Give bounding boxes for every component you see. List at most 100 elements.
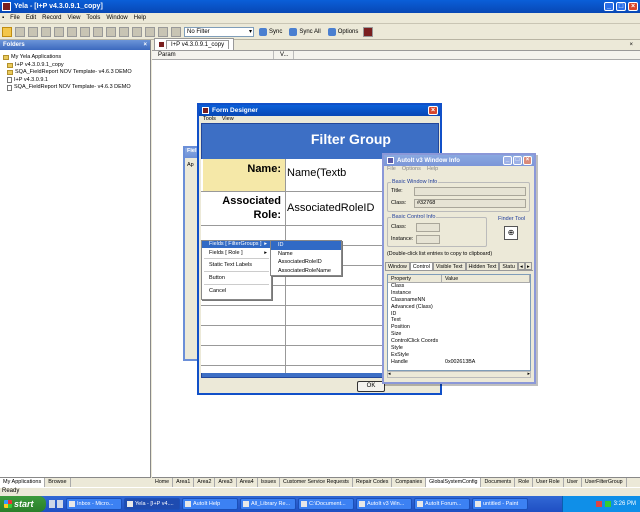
tab-home[interactable]: Home [152,478,174,487]
menu-item-button[interactable]: Button [202,272,271,284]
control-class-field[interactable] [416,223,440,232]
instance-field[interactable] [416,235,440,244]
submenu-item-name[interactable]: Name [271,250,341,259]
tab-scroll-left-icon[interactable]: ◂ [517,262,525,270]
autoit-menu-file[interactable]: File [387,166,396,174]
filter-icon[interactable] [132,26,142,37]
tree-item[interactable]: SQA_FieldReport NOV Template- v4.6.3 DEM… [3,84,147,92]
folders-close-button[interactable]: × [143,40,147,50]
scroll-right-icon[interactable]: ▸ [527,372,530,377]
menu-edit[interactable]: Edit [26,15,36,21]
property-row[interactable]: Class [388,283,530,290]
property-row[interactable]: ClassnameNN [388,297,530,304]
document-tab[interactable]: I+P v4.3.0.9.1_copy [154,38,235,50]
maximize-button[interactable]: □ [616,2,626,11]
tree-item[interactable]: I+P v4.3.0.9.1_copy [3,62,147,70]
undo-icon[interactable] [54,26,64,37]
property-row[interactable]: Advanced (Class) [388,304,530,311]
filter-select[interactable]: No Filter [184,26,254,37]
autoit-maximize-button[interactable]: □ [513,156,522,165]
print-icon[interactable] [171,26,181,37]
property-row[interactable]: Handle 0x002613BA [388,359,530,366]
finder-tool-crosshair-icon[interactable]: ⊕ [504,226,518,240]
tab-hidden-text[interactable]: Hidden Text [465,262,500,270]
first-record-icon[interactable] [80,26,90,37]
tab-user[interactable]: User [564,478,582,487]
tab-my-applications[interactable]: My Applications [0,478,46,487]
taskbar-item[interactable]: AutoIt Help [182,498,238,510]
title-field[interactable] [414,187,526,196]
submenu-item-associatedroleid[interactable]: AssociatedRoleID [271,258,341,267]
autoit-menu-help[interactable]: Help [427,166,438,174]
tab-area1[interactable]: Area1 [173,478,195,487]
property-row[interactable]: Position [388,324,530,331]
scroll-left-icon[interactable]: ◂ [388,372,391,377]
column-property[interactable]: Property [388,275,442,282]
fd-menu-tools[interactable]: Tools [203,116,216,123]
save-icon[interactable] [28,26,38,37]
property-row[interactable]: Instance [388,290,530,297]
submenu-item-id[interactable]: ID [271,241,341,250]
autoit-close-button[interactable]: × [523,156,532,165]
column-value[interactable]: V... [274,51,294,59]
ok-button[interactable]: OK [357,381,385,392]
class-field[interactable]: #32768 [414,199,526,208]
tray-icon[interactable] [595,501,602,507]
open-icon[interactable] [15,26,25,37]
menu-item-fields-role[interactable]: Fields [ Role ] [202,248,271,258]
autoit-minimize-button[interactable]: _ [503,156,512,165]
close-button[interactable]: × [628,2,638,11]
menu-item-cancel[interactable]: Cancel [202,285,271,297]
property-row[interactable]: ExStyle [388,352,530,359]
tab-status[interactable]: Statu [499,262,518,270]
tab-globalsystemconfig[interactable]: GlobalSystemConfig [426,478,482,487]
delete-icon[interactable] [41,26,51,37]
tab-area2[interactable]: Area2 [194,478,216,487]
property-row[interactable]: Text [388,317,530,324]
tab-customer-service-requests[interactable]: Customer Service Requests [280,478,353,487]
prev-record-icon[interactable] [93,26,103,37]
tab-documents[interactable]: Documents [481,478,516,487]
menu-window[interactable]: Window [106,15,127,21]
refresh-icon[interactable] [158,26,168,37]
taskbar-item[interactable]: AutoIt Forum... [414,498,470,510]
property-row[interactable]: Size [388,331,530,338]
tab-role[interactable]: Role [515,478,534,487]
tab-control[interactable]: Control [409,262,433,270]
taskbar-item[interactable]: Yela - [I+P v4.... [124,498,180,510]
options-button[interactable]: Options [326,27,361,36]
tree-item[interactable]: My Yela Applications [3,54,147,62]
form-designer-close-button[interactable]: × [428,106,438,115]
taskbar-item[interactable]: AutoIt v3 Win... [356,498,412,510]
taskbar-item[interactable]: Inbox - Micro... [66,498,122,510]
taskbar-item[interactable]: C:\Document... [298,498,354,510]
minimize-button[interactable]: _ [604,2,614,11]
property-row[interactable]: ID [388,311,530,318]
tab-userfiltergroup[interactable]: UserFilterGroup [582,478,627,487]
tree-item[interactable]: I+P v4.3.0.9.1 [3,77,147,85]
menu-item-fields-filtergroups[interactable]: Fields [ FilterGroups ] [202,241,271,248]
menu-tools[interactable]: Tools [86,15,100,21]
sort-icon[interactable] [145,26,155,37]
tab-repair-codes[interactable]: Repair Codes [353,478,393,487]
column-value[interactable]: Value [442,275,530,282]
tab-issues[interactable]: Issues [258,478,281,487]
new-record-icon[interactable] [2,26,12,37]
last-record-icon[interactable] [119,26,129,37]
sync-button[interactable]: Sync [257,27,284,36]
yela-icon[interactable] [363,26,374,37]
tab-user-role[interactable]: User Role [533,478,564,487]
property-row[interactable]: Style [388,345,530,352]
grid-icon[interactable] [67,26,77,37]
submenu-item-associatedrolename[interactable]: AssociatedRoleName [271,267,341,276]
quick-launch-icon[interactable] [57,500,63,508]
tab-scroll-right-icon[interactable]: ▸ [524,262,532,270]
property-list-horizontal-scrollbar[interactable]: ◂ ▸ [387,371,531,378]
sync-all-button[interactable]: Sync All [287,27,322,36]
taskbar-item[interactable]: All_Library Re... [240,498,296,510]
property-row[interactable]: ControlClick Coords [388,338,530,345]
tree-item[interactable]: SQA_FieldReport NOV Template- v4.6.3 DEM… [3,69,147,77]
menu-record[interactable]: Record [42,15,61,21]
menu-file[interactable]: File [10,15,20,21]
fd-menu-view[interactable]: View [222,116,234,123]
